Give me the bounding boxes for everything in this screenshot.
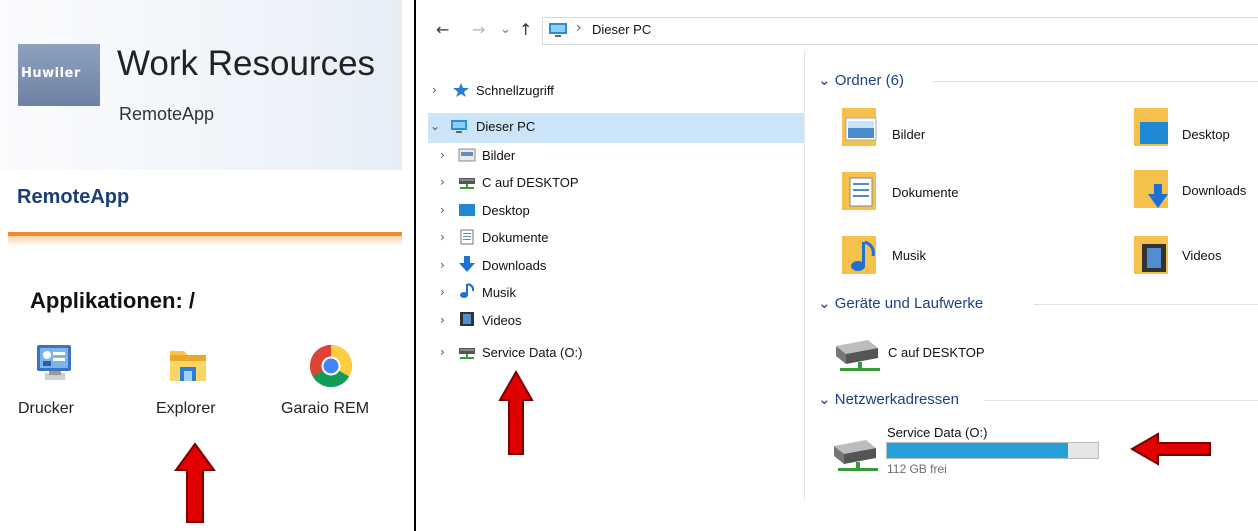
drive-free-space: 112 GB frei (887, 462, 947, 476)
folder-explorer-icon[interactable] (168, 345, 208, 390)
red-arrow-up (174, 442, 216, 523)
device-label-c-auf-desktop[interactable]: C auf DESKTOP (888, 345, 985, 360)
nav-item-service-data[interactable]: Service Data (O:) (482, 345, 582, 360)
folder-label-bilder[interactable]: Bilder (892, 127, 925, 142)
folder-label-musik[interactable]: Musik (892, 248, 926, 263)
videos-folder-icon[interactable] (1132, 232, 1172, 278)
downloads-icon (459, 256, 475, 272)
nav-item-dieser-pc[interactable]: Dieser PC (476, 119, 535, 134)
chevron-right-icon[interactable]: › (440, 258, 445, 272)
nav-item-bilder[interactable]: Bilder (482, 148, 515, 163)
network-drive-icon[interactable] (832, 336, 882, 374)
nav-item-desktop[interactable]: Desktop (482, 203, 530, 218)
huwiler-logo: Huwiler (18, 44, 100, 106)
chevron-right-icon[interactable]: › (440, 313, 445, 327)
portal-subtitle: RemoteApp (119, 104, 215, 124)
group-header-netzwerk[interactable]: ⌄ Netzwerkadressen (818, 390, 959, 408)
red-arrow-up (498, 370, 534, 455)
drive-usage-fill (887, 443, 1069, 458)
group-header-ordner[interactable]: ⌄ Ordner (6) (818, 71, 904, 89)
separator-line (414, 0, 416, 531)
folder-label-videos[interactable]: Videos (1182, 248, 1222, 263)
breadcrumb-separator: › (576, 20, 582, 36)
folder-label-downloads[interactable]: Downloads (1182, 183, 1246, 198)
drive-usage-bar (886, 442, 1099, 459)
folder-label-dokumente[interactable]: Dokumente (892, 185, 958, 200)
computer-icon (549, 23, 567, 37)
pictures-folder-icon[interactable] (840, 104, 880, 150)
remoteapp-tab[interactable]: RemoteApp (17, 186, 129, 209)
desktop-folder-icon[interactable] (1132, 104, 1172, 150)
network-drive-icon (459, 178, 475, 189)
recent-locations-button[interactable]: ⌄ (500, 22, 511, 37)
app-label-explorer[interactable]: Explorer (156, 400, 216, 418)
nav-item-dokumente[interactable]: Dokumente (482, 230, 548, 245)
nav-item-schnellzugriff[interactable]: Schnellzugriff (476, 83, 554, 98)
network-drive-icon (459, 348, 475, 359)
nav-item-c-auf-desktop[interactable]: C auf DESKTOP (482, 175, 579, 190)
chrome-icon[interactable] (308, 343, 354, 394)
music-folder-icon[interactable] (840, 232, 880, 278)
chevron-right-icon[interactable]: › (440, 175, 445, 189)
desktop-icon (459, 204, 475, 216)
chevron-right-icon[interactable]: › (440, 230, 445, 244)
app-label-drucker[interactable]: Drucker (18, 400, 74, 418)
portal-title: Work Resources (117, 44, 376, 83)
remoteapp-portal: Huwiler Work Resources RemoteApp RemoteA… (0, 0, 402, 531)
app-label-garaio[interactable]: Garaio REM (281, 400, 369, 418)
pictures-icon (458, 148, 476, 162)
file-explorer-window: ← → ⌄ ↑ › Dieser PC › Schnellzugriff ⌄ D… (420, 0, 1258, 531)
downloads-folder-icon[interactable] (1132, 166, 1172, 212)
chevron-down-icon[interactable]: ⌄ (430, 119, 440, 133)
group-header-geraete[interactable]: ⌄ Geräte und Laufwerke (818, 294, 983, 312)
chevron-right-icon[interactable]: › (432, 83, 437, 97)
documents-icon (460, 229, 474, 245)
up-button[interactable]: ↑ (519, 20, 532, 39)
red-arrow-left (1130, 432, 1211, 466)
computer-icon (451, 120, 467, 133)
nav-item-videos[interactable]: Videos (482, 313, 522, 328)
forward-button[interactable]: → (472, 20, 485, 39)
music-icon (460, 283, 475, 298)
chevron-right-icon[interactable]: › (440, 285, 445, 299)
chevron-right-icon[interactable]: › (440, 345, 445, 359)
nav-item-downloads[interactable]: Downloads (482, 258, 546, 273)
chevron-right-icon[interactable]: › (440, 203, 445, 217)
chevron-right-icon[interactable]: › (440, 148, 445, 162)
documents-folder-icon[interactable] (840, 168, 880, 214)
network-label-service-data[interactable]: Service Data (O:) (887, 425, 987, 440)
nav-item-musik[interactable]: Musik (482, 285, 516, 300)
breadcrumb-location[interactable]: Dieser PC (592, 22, 651, 37)
star-icon (453, 83, 469, 97)
apps-heading: Applikationen: / (30, 288, 195, 313)
network-drive-icon[interactable] (830, 436, 880, 474)
videos-icon (460, 312, 474, 326)
folder-label-desktop[interactable]: Desktop (1182, 127, 1230, 142)
printer-control-icon[interactable] (35, 343, 75, 388)
back-button[interactable]: ← (436, 20, 449, 39)
